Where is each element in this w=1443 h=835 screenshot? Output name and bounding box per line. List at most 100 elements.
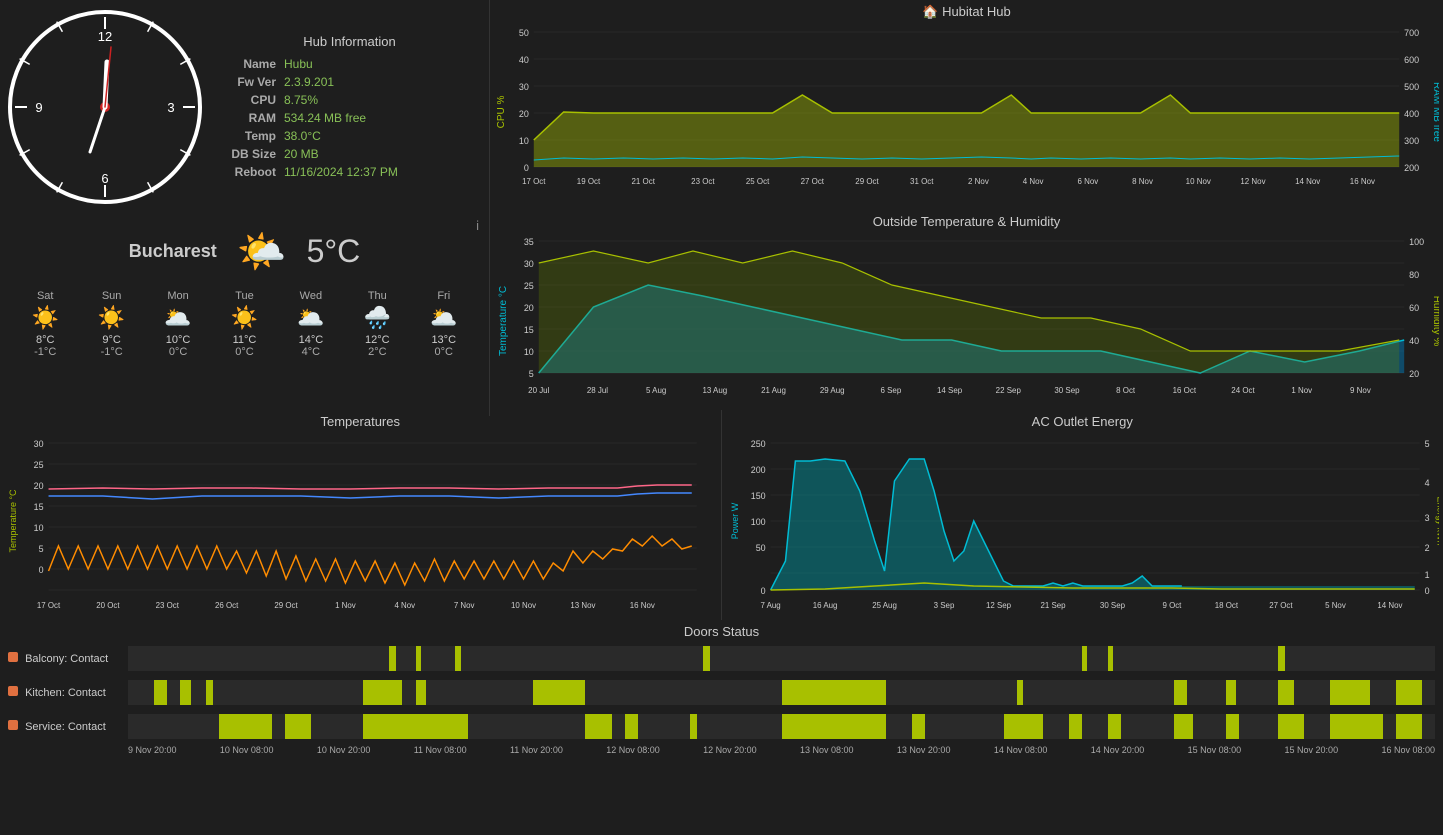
svg-text:6: 6	[101, 171, 108, 186]
forecast-day-name: Thu	[364, 290, 391, 302]
door-event	[389, 646, 396, 671]
door-event	[1278, 680, 1294, 705]
svg-text:15: 15	[524, 325, 534, 335]
svg-text:27 Oct: 27 Oct	[1269, 601, 1293, 610]
forecast-day: Thu 🌧️ 12°C 2°C	[364, 290, 391, 358]
forecast-high: 9°C	[98, 334, 125, 346]
ac-chart-svg: 250 200 150 100 50 0 Power W 5 4 3 2 1 0…	[726, 431, 1440, 623]
door-event	[782, 680, 887, 705]
svg-text:150: 150	[750, 491, 765, 501]
svg-text:Humidity %: Humidity %	[1431, 296, 1439, 347]
door-event	[1396, 680, 1422, 705]
doors-xaxis-label: 16 Nov 08:00	[1381, 745, 1435, 755]
forecast-high: 13°C	[430, 334, 457, 346]
svg-text:2 Nov: 2 Nov	[968, 177, 989, 186]
svg-text:50: 50	[755, 543, 765, 553]
svg-text:21 Oct: 21 Oct	[631, 177, 655, 186]
doors-xaxis-label: 10 Nov 20:00	[317, 745, 371, 755]
svg-text:1 Nov: 1 Nov	[335, 601, 356, 610]
weather-city: Bucharest	[129, 241, 217, 262]
hub-fw-label: Fw Ver	[215, 73, 280, 91]
weather-temp: 5°C	[307, 233, 361, 270]
forecast-low: 4°C	[297, 346, 324, 358]
svg-text:Energy kWh: Energy kWh	[1435, 497, 1439, 546]
hub-temp-row: Temp 38.0°C	[215, 127, 484, 145]
svg-text:23 Oct: 23 Oct	[691, 177, 715, 186]
svg-text:5: 5	[39, 544, 44, 554]
forecast-icon: ☀️	[98, 305, 125, 331]
svg-text:30 Sep: 30 Sep	[1099, 601, 1125, 610]
svg-text:7 Aug: 7 Aug	[760, 601, 780, 610]
svg-text:3 Sep: 3 Sep	[933, 601, 954, 610]
row3: Temperatures 30 25 20 15 10 5 0 Temperat…	[0, 410, 1443, 620]
forecast-low: 0°C	[430, 346, 457, 358]
svg-text:10: 10	[519, 136, 529, 146]
svg-text:Temperature °C: Temperature °C	[498, 286, 509, 356]
forecast-high: 10°C	[164, 334, 191, 346]
balcony-dot	[8, 652, 18, 662]
svg-text:16 Oct: 16 Oct	[1173, 386, 1197, 395]
svg-text:20 Oct: 20 Oct	[96, 601, 120, 610]
door-event	[1069, 714, 1082, 739]
doors-xaxis-label: 13 Nov 08:00	[800, 745, 854, 755]
forecast-day: Wed 🌥️ 14°C 4°C	[297, 290, 324, 358]
outside-temp-chart: Outside Temperature & Humidity 35 30 25 …	[490, 210, 1443, 416]
svg-text:29 Aug: 29 Aug	[820, 386, 845, 395]
door-event	[1330, 680, 1369, 705]
svg-text:Temperature °C: Temperature °C	[8, 489, 18, 553]
svg-text:CPU %: CPU %	[496, 95, 507, 128]
kitchen-door-label: Kitchen: Contact	[8, 686, 128, 699]
door-event	[219, 714, 271, 739]
hub-fw-value: 2.3.9.201	[280, 73, 484, 91]
svg-text:4 Nov: 4 Nov	[1023, 177, 1044, 186]
door-event	[1226, 680, 1236, 705]
svg-text:20: 20	[34, 481, 44, 491]
svg-text:18 Oct: 18 Oct	[1214, 601, 1238, 610]
svg-text:5 Aug: 5 Aug	[646, 386, 666, 395]
svg-text:21 Sep: 21 Sep	[1040, 601, 1066, 610]
svg-text:9 Nov: 9 Nov	[1350, 386, 1371, 395]
forecast-icon: 🌥️	[297, 305, 324, 331]
svg-text:100: 100	[750, 517, 765, 527]
door-event	[1278, 646, 1285, 671]
service-door-row: Service: Contact	[8, 711, 1435, 741]
svg-text:22 Sep: 22 Sep	[996, 386, 1022, 395]
kitchen-timeline	[128, 680, 1435, 705]
hub-cpu-value: 8.75%	[280, 91, 484, 109]
svg-text:16 Aug: 16 Aug	[812, 601, 837, 610]
svg-text:16 Nov: 16 Nov	[630, 601, 655, 610]
svg-text:12: 12	[98, 29, 112, 44]
svg-text:3: 3	[1424, 513, 1429, 523]
weather-forecast: Sat ☀️ 8°C -1°C Sun ☀️ 9°C -1°C Mon 🌥️ 1…	[12, 290, 477, 358]
balcony-door-row: Balcony: Contact	[8, 643, 1435, 673]
forecast-low: -1°C	[98, 346, 125, 358]
hub-name-row: Name Hubu	[215, 55, 484, 73]
forecast-icon: ☀️	[32, 305, 59, 331]
forecast-low: -1°C	[32, 346, 59, 358]
hub-reboot-label: Reboot	[215, 163, 280, 181]
ac-outlet-chart: AC Outlet Energy 250 200 150 100 50 0 Po…	[722, 410, 1443, 630]
svg-text:700: 700	[1404, 28, 1419, 38]
forecast-day-name: Fri	[430, 290, 457, 302]
svg-text:6 Sep: 6 Sep	[881, 386, 902, 395]
balcony-door-label: Balcony: Contact	[8, 652, 128, 665]
svg-text:25 Aug: 25 Aug	[872, 601, 897, 610]
door-event	[912, 714, 925, 739]
hub-name-label: Name	[215, 55, 280, 73]
doors-xaxis-label: 15 Nov 20:00	[1285, 745, 1339, 755]
svg-text:21 Aug: 21 Aug	[761, 386, 786, 395]
service-door-label: Service: Contact	[8, 720, 128, 733]
svg-text:80: 80	[1409, 270, 1419, 280]
balcony-timeline	[128, 646, 1435, 671]
hub-chart-svg: 50 40 30 20 10 0 CPU % 700 600 500 400 3…	[494, 22, 1439, 207]
doors-xaxis-label: 13 Nov 20:00	[897, 745, 951, 755]
hub-temp-value: 38.0°C	[280, 127, 484, 145]
svg-text:30: 30	[519, 82, 529, 92]
hub-reboot-value: 11/16/2024 12:37 PM	[280, 163, 484, 181]
hub-panel: 12 3 6 9 Hub Information	[0, 0, 490, 214]
hub-fw-row: Fw Ver 2.3.9.201	[215, 73, 484, 91]
svg-text:9: 9	[35, 100, 42, 115]
svg-text:13 Nov: 13 Nov	[570, 601, 595, 610]
forecast-low: 0°C	[231, 346, 258, 358]
svg-text:20: 20	[519, 109, 529, 119]
